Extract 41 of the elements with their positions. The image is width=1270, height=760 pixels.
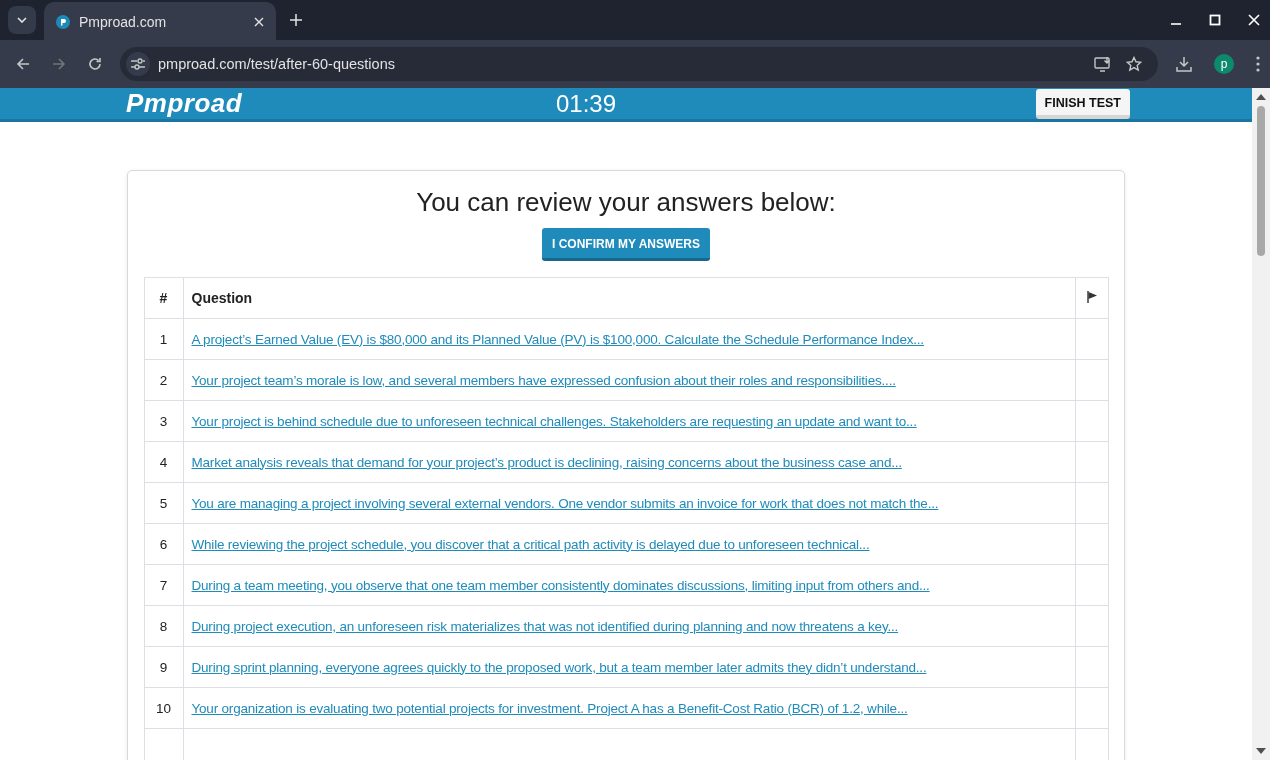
table-cell: 1 bbox=[144, 318, 183, 360]
table-cell: 7 bbox=[144, 564, 183, 606]
chevron-down-icon bbox=[17, 17, 27, 23]
column-header: # bbox=[144, 277, 183, 319]
more-options-icon[interactable] bbox=[1256, 56, 1260, 72]
table-cell: 2 bbox=[144, 359, 183, 401]
scroll-up-icon[interactable] bbox=[1256, 94, 1266, 100]
maximize-icon[interactable] bbox=[1209, 14, 1221, 26]
review-heading: You can review your answers below: bbox=[416, 187, 836, 218]
profile-avatar[interactable]: p bbox=[1214, 54, 1234, 74]
timer: 01:39 bbox=[556, 89, 618, 118]
column-header: Question bbox=[183, 277, 1075, 319]
reload-icon[interactable] bbox=[88, 57, 102, 71]
scrollbar-thumb[interactable] bbox=[1257, 106, 1265, 256]
new-tab-icon[interactable] bbox=[290, 14, 302, 26]
finish-test-button[interactable]: FINISH TEST bbox=[1035, 88, 1130, 119]
table-cell: 3 bbox=[144, 400, 183, 442]
install-app-icon[interactable] bbox=[1094, 56, 1112, 72]
star-icon[interactable] bbox=[1126, 56, 1142, 72]
close-icon[interactable] bbox=[254, 17, 264, 27]
table-cell: 4 bbox=[144, 441, 183, 483]
table-cell: 9 bbox=[144, 646, 183, 688]
site-favicon-icon bbox=[56, 15, 70, 29]
table-cell: 10 bbox=[144, 687, 183, 729]
site-settings-icon[interactable] bbox=[126, 52, 150, 76]
table-cell: 8 bbox=[144, 605, 183, 647]
table-cell: 5 bbox=[144, 482, 183, 524]
confirm-answers-button[interactable]: I CONFIRM MY ANSWERS bbox=[542, 228, 710, 261]
flag-icon bbox=[1086, 291, 1097, 303]
scrollbar[interactable] bbox=[1252, 88, 1270, 760]
url-text: pmproad.com/test/after-60-questions bbox=[158, 56, 395, 72]
browser-tab[interactable]: Pmproad.com bbox=[44, 2, 276, 42]
tab-title: Pmproad.com bbox=[79, 14, 168, 30]
address-bar[interactable]: pmproad.com/test/after-60-questions bbox=[120, 47, 1158, 81]
back-icon[interactable] bbox=[16, 57, 30, 71]
table-cell: 6 bbox=[144, 523, 183, 565]
forward-icon[interactable] bbox=[52, 57, 66, 71]
scroll-down-icon[interactable] bbox=[1256, 748, 1266, 754]
site-logo[interactable]: Pmproad bbox=[126, 88, 556, 119]
tab-list-button[interactable] bbox=[8, 6, 36, 34]
download-icon[interactable] bbox=[1176, 56, 1192, 72]
